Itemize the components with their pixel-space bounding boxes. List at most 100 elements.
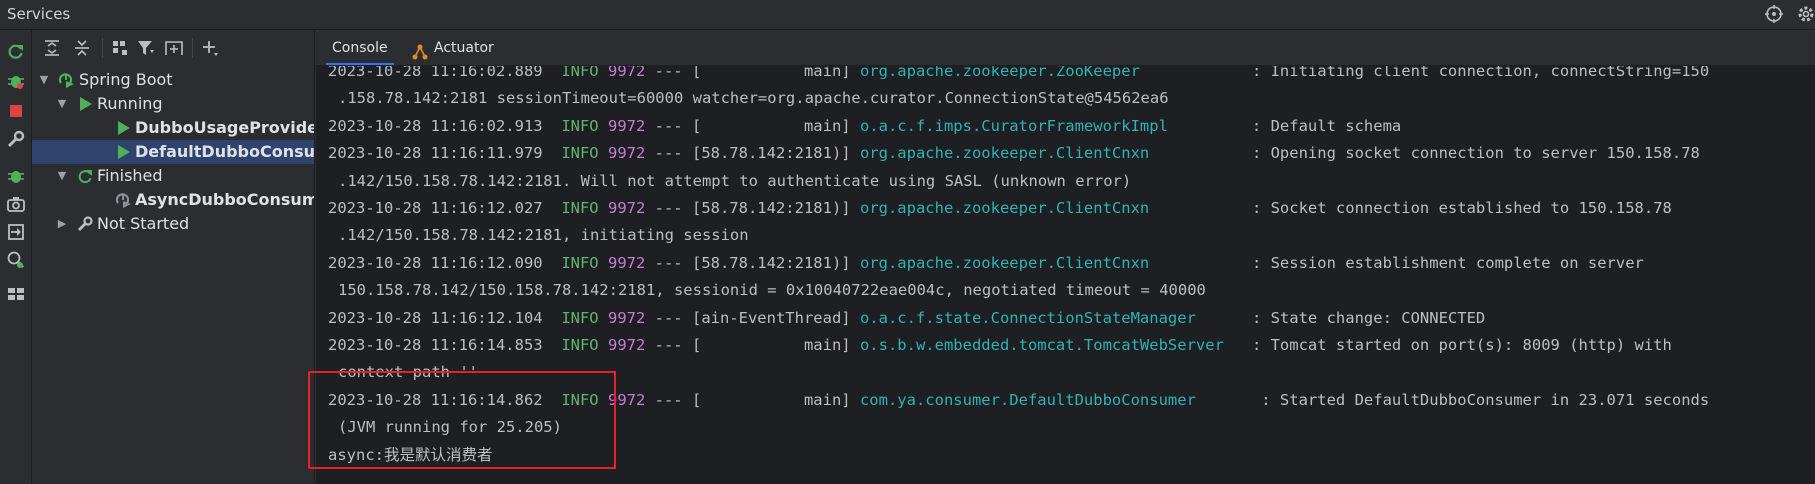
spring-boot-icon [57, 71, 75, 89]
new-tab-icon[interactable] [164, 38, 184, 58]
log-message: : Started DefaultDubboConsumer in 23.071… [1261, 390, 1710, 409]
log-pid: 9972 [607, 116, 646, 135]
collapse-all-icon[interactable] [72, 38, 92, 58]
log-timestamp: 2023-10-28 11:16:11.979 [328, 144, 543, 163]
log-message: : Socket connection established to 150.1… [1251, 199, 1672, 217]
log-logger[interactable]: o.a.c.f.imps.CuratorFrameworkImpl [860, 117, 1168, 135]
log-timestamp: 2023-10-28 11:16:02.889 [328, 66, 543, 80]
log-timestamp: 2023-10-28 11:16:12.104 [328, 308, 543, 327]
chevron-down-icon[interactable]: ▼ [56, 92, 68, 116]
log-message: : State change: CONNECTED [1251, 308, 1486, 327]
log-padding [1149, 144, 1242, 162]
log-logger[interactable]: org.apache.zookeeper.ClientCnxn [860, 144, 1149, 162]
wrench-icon [76, 215, 94, 233]
log-logger[interactable]: o.a.c.f.state.ConnectionStateManager [860, 309, 1196, 327]
filter-icon[interactable] [136, 38, 156, 58]
log-line-continuation: .142/150.158.78.142:2181. Will not attem… [338, 171, 1132, 190]
debug-icon[interactable] [6, 71, 26, 91]
log-line: 2023-10-28 11:16:12.027 INFO 9972 --- [5… [328, 195, 1672, 222]
log-line: 2023-10-28 11:16:11.979 INFO 9972 --- [5… [328, 140, 1700, 167]
tab-label: Console [332, 40, 388, 56]
log-line-continuation: .158.78.142:2181 sessionTimeout=60000 wa… [338, 89, 1169, 108]
log-timestamp: 2023-10-28 11:16:14.862 [328, 390, 543, 409]
log-pid: 9972 [607, 336, 646, 354]
tree-node-service[interactable]: AsyncDubboConsumer [32, 188, 314, 212]
tree-node-service[interactable]: DubboUsageProviderAp [32, 116, 314, 140]
log-timestamp: 2023-10-28 11:16:12.090 [328, 253, 543, 272]
log-line: 2023-10-28 11:16:14.853 INFO 9972 --- [ … [328, 332, 1672, 359]
log-separator: --- [645, 66, 692, 80]
group-by-icon[interactable] [110, 38, 130, 58]
log-thread: [58.78.142:2181)] [691, 253, 851, 272]
log-level: INFO [561, 144, 599, 163]
debug-attach-icon[interactable] [6, 166, 26, 186]
settings-gear-icon[interactable] [1796, 4, 1815, 24]
run-icon [76, 95, 94, 113]
services-tree: ▼ Spring Boot ▼ Running DubboUsageProvid… [32, 66, 315, 484]
log-level: INFO [561, 336, 599, 354]
log-thread: [58.78.142:2181)] [691, 144, 851, 163]
log-level: INFO [561, 253, 599, 272]
toolbar-separator [102, 38, 103, 58]
tree-node-finished[interactable]: ▼ Finished [32, 164, 314, 188]
expand-all-icon[interactable] [42, 38, 62, 58]
window-title: Services [7, 5, 71, 23]
log-separator: --- [645, 144, 692, 163]
tree-node-label: Running [97, 94, 163, 113]
side-toolbar [0, 30, 32, 484]
tree-node-label: DefaultDubboConsume [135, 142, 315, 161]
log-level: INFO [561, 390, 599, 409]
layout-icon[interactable] [6, 284, 26, 304]
log-level: INFO [561, 66, 599, 80]
run-icon [114, 119, 132, 137]
tree-node-not-started[interactable]: ▶ Not Started [32, 212, 314, 236]
tree-node-label: Spring Boot [79, 70, 173, 89]
log-separator: --- [645, 308, 692, 327]
log-logger[interactable]: org.apache.zookeeper.ClientCnxn [860, 199, 1149, 217]
console-output[interactable]: 2023-10-28 11:16:02.889 INFO 9972 --- [ … [316, 66, 1815, 484]
chevron-right-icon[interactable]: ▶ [56, 212, 68, 236]
log-pid: 9972 [607, 308, 646, 327]
log-timestamp: 2023-10-28 11:16:02.913 [328, 116, 543, 135]
tree-node-service-selected[interactable]: DefaultDubboConsume [32, 140, 315, 164]
toolbar-separator [192, 38, 193, 58]
log-padding [1149, 254, 1242, 272]
stop-icon[interactable] [6, 101, 26, 121]
services-toolbar [32, 30, 315, 66]
log-pid: 9972 [607, 253, 646, 272]
tree-node-label: Finished [97, 166, 163, 185]
crosshair-icon[interactable] [1764, 4, 1784, 24]
log-message: : Session establishment complete on serv… [1251, 253, 1644, 272]
log-separator: --- [645, 116, 692, 135]
chevron-down-icon[interactable]: ▼ [56, 164, 68, 188]
profiler-icon[interactable] [6, 250, 26, 270]
log-line: 2023-10-28 11:16:12.090 INFO 9972 --- [5… [328, 250, 1644, 277]
log-logger[interactable]: o.s.b.w.embedded.tomcat.TomcatWebServer [860, 336, 1224, 354]
log-pid: 9972 [607, 144, 646, 163]
log-level: INFO [561, 199, 599, 217]
log-line-continuation: context path '' [338, 363, 478, 382]
wrench-icon[interactable] [6, 129, 26, 149]
log-logger[interactable]: org.apache.zookeeper.ClientCnxn [860, 254, 1149, 272]
exit-icon[interactable] [6, 222, 26, 242]
camera-icon[interactable] [6, 194, 26, 214]
chevron-down-icon[interactable]: ▼ [38, 68, 50, 92]
rerun-icon[interactable] [6, 41, 26, 61]
rerun-icon [76, 167, 94, 185]
log-level: INFO [561, 116, 599, 135]
log-line: 2023-10-28 11:16:12.104 INFO 9972 --- [a… [328, 305, 1485, 332]
log-separator: --- [645, 336, 692, 354]
spring-boot-app-icon [114, 191, 132, 209]
tree-node-spring-boot[interactable]: ▼ Spring Boot [32, 68, 314, 92]
log-padding [1149, 199, 1242, 217]
log-line-plain: async:我是默认消费者 [328, 445, 493, 464]
log-line: 2023-10-28 11:16:14.862 INFO 9972 --- [ … [328, 387, 1709, 414]
log-logger[interactable]: org.apache.zookeeper.ZooKeeper [860, 66, 1140, 80]
tree-node-running[interactable]: ▼ Running [32, 92, 314, 116]
tab-console[interactable]: Console [326, 30, 394, 65]
add-icon[interactable] [200, 38, 220, 58]
log-thread: [ main] [691, 390, 851, 409]
log-timestamp: 2023-10-28 11:16:14.853 [328, 336, 543, 354]
log-padding [1224, 336, 1243, 354]
log-logger[interactable]: com.ya.consumer.DefaultDubboConsumer [860, 391, 1196, 409]
